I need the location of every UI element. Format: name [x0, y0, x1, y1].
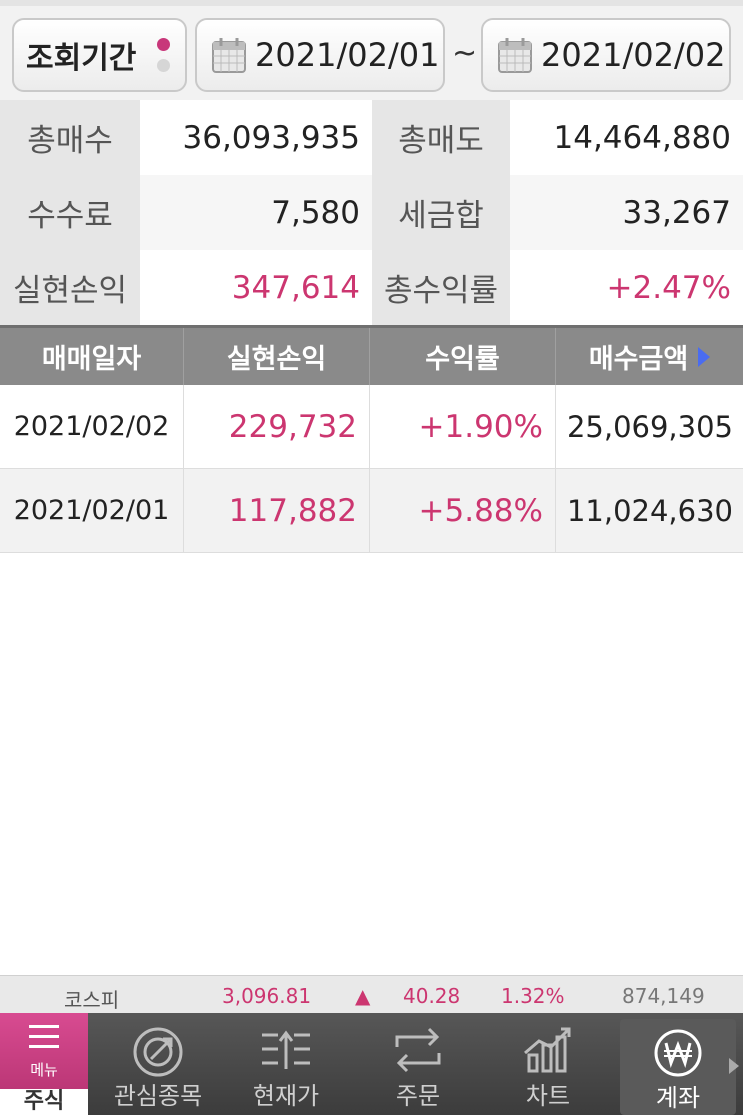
- nav-watchlist[interactable]: 관심종목: [100, 1013, 216, 1115]
- col-realized-pnl: 실현손익: [184, 328, 370, 385]
- nav-order-label: 주문: [395, 1082, 441, 1110]
- won-icon: [654, 1029, 702, 1077]
- period-button[interactable]: 조회기간: [12, 18, 187, 92]
- period-bar: 조회기간 2021/02/01 ~ 2021/02/02: [0, 0, 743, 100]
- total-buy-label: 총매수: [0, 100, 140, 175]
- col-return-rate: 수익률: [370, 328, 556, 385]
- stock-tab-label[interactable]: 주식: [0, 1089, 88, 1115]
- summary-grid: 총매수 36,093,935 총매도 14,464,880 수수료 7,580 …: [0, 100, 743, 325]
- tax-value: 33,267: [510, 175, 743, 250]
- watchlist-icon: [133, 1027, 183, 1077]
- chart-icon: [524, 1027, 571, 1073]
- tax-label: 세금합: [372, 175, 510, 250]
- end-date-button[interactable]: 2021/02/02: [481, 18, 731, 92]
- bottom-nav: 메뉴 주식 관심종목 현재가 주문 차트 계좌: [0, 1013, 743, 1115]
- cell-return-rate: +5.88%: [370, 469, 556, 552]
- cell-return-rate: +1.90%: [370, 385, 556, 468]
- order-icon: [395, 1027, 441, 1073]
- table-header: 매매일자 실현손익 수익률 매수금액: [0, 325, 743, 385]
- nav-account[interactable]: 계좌: [620, 1019, 736, 1115]
- table-row[interactable]: 2021/02/01 117,882 +5.88% 11,024,630: [0, 469, 743, 553]
- table-body: 2021/02/02 229,732 +1.90% 25,069,305 202…: [0, 385, 743, 553]
- total-return-label: 총수익률: [372, 250, 510, 325]
- cell-trade-date: 2021/02/02: [0, 385, 184, 468]
- nav-order[interactable]: 주문: [360, 1013, 476, 1115]
- nav-account-label: 계좌: [655, 1084, 701, 1112]
- total-buy-value: 36,093,935: [140, 100, 372, 175]
- menu-button[interactable]: 메뉴 주식: [0, 1013, 88, 1115]
- market-ticker[interactable]: 코스피 3,096.81 ▲ 40.28 1.32% 874,149: [0, 975, 743, 1013]
- nav-more-icon[interactable]: [729, 1058, 739, 1074]
- ticker-index: 3,096.81: [222, 984, 312, 1008]
- col-buy-amount-label: 매수금액: [588, 344, 689, 375]
- cell-trade-date: 2021/02/01: [0, 469, 184, 552]
- cell-realized-pnl: 229,732: [184, 385, 370, 468]
- calendar-icon: [212, 38, 246, 73]
- cell-buy-amount: 25,069,305: [566, 409, 733, 444]
- menu-label: 메뉴: [30, 1061, 58, 1079]
- nav-chart[interactable]: 차트: [490, 1013, 606, 1115]
- ticker-name: 코스피: [64, 988, 120, 1012]
- total-return-value: +2.47%: [510, 250, 743, 325]
- toggle-dots-icon: [157, 38, 171, 80]
- ticker-change: 40.28: [403, 984, 461, 1008]
- total-sell-label: 총매도: [372, 100, 510, 175]
- summary-row: 총매수 36,093,935 총매도 14,464,880: [0, 100, 743, 175]
- calendar-icon: [498, 38, 532, 73]
- date-separator: ~: [452, 36, 478, 71]
- ticker-up-icon: ▲: [355, 984, 371, 1008]
- nav-watchlist-label: 관심종목: [113, 1082, 203, 1110]
- nav-current-price[interactable]: 현재가: [228, 1013, 344, 1115]
- end-date: 2021/02/02: [541, 36, 726, 74]
- ticker-volume: 874,149: [622, 984, 705, 1008]
- start-date: 2021/02/01: [255, 36, 440, 74]
- realized-pnl-label: 실현손익: [0, 250, 140, 325]
- cell-realized-pnl: 117,882: [184, 469, 370, 552]
- fee-value: 7,580: [140, 175, 372, 250]
- summary-row: 수수료 7,580 세금합 33,267: [0, 175, 743, 250]
- col-buy-amount[interactable]: 매수금액: [556, 328, 743, 385]
- hamburger-icon: [29, 1025, 59, 1048]
- fee-label: 수수료: [0, 175, 140, 250]
- ticker-percent: 1.32%: [501, 984, 565, 1008]
- start-date-button[interactable]: 2021/02/01: [195, 18, 445, 92]
- summary-row: 실현손익 347,614 총수익률 +2.47%: [0, 250, 743, 325]
- col-trade-date: 매매일자: [0, 328, 184, 385]
- cell-buy-amount: 11,024,630: [566, 493, 733, 528]
- scroll-right-icon[interactable]: [698, 346, 711, 367]
- current-price-icon: [262, 1030, 310, 1069]
- total-sell-value: 14,464,880: [510, 100, 743, 175]
- nav-chart-label: 차트: [525, 1082, 571, 1110]
- nav-current-price-label: 현재가: [252, 1082, 320, 1110]
- period-label: 조회기간: [26, 41, 137, 76]
- realized-pnl-value: 347,614: [140, 250, 372, 325]
- table-row[interactable]: 2021/02/02 229,732 +1.90% 25,069,305: [0, 385, 743, 469]
